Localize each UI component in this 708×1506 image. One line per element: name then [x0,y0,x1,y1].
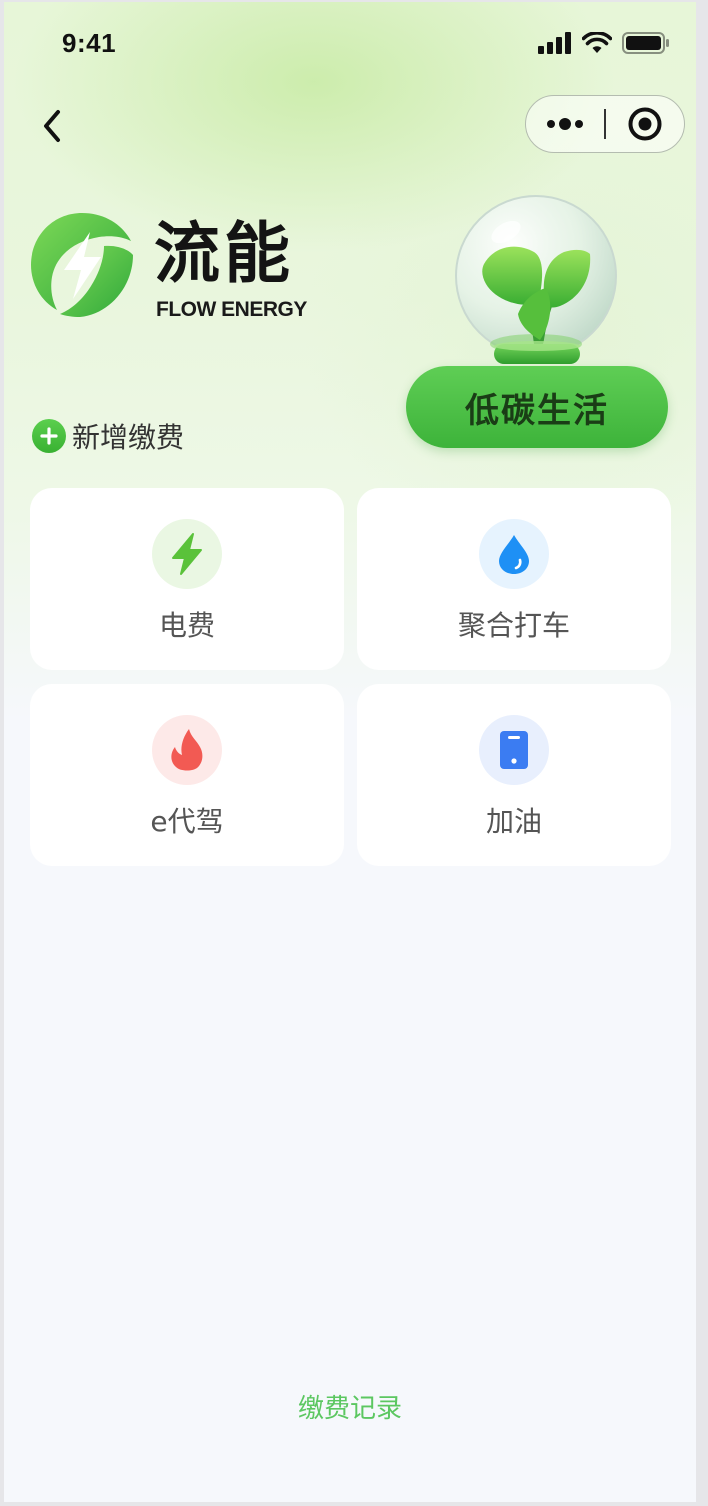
service-card-e-driver[interactable]: e代驾 [30,684,344,866]
more-dots-icon [547,118,584,130]
leaf-glass-globe [455,195,617,364]
status-time: 9:41 [62,28,117,58]
service-label: 加油 [485,805,542,838]
low-carbon-life-button[interactable]: 低碳生活 [406,366,668,448]
plus-circle-icon [32,419,66,453]
water-drop-icon [479,519,549,589]
service-card-taxi[interactable]: 聚合打车 [357,488,671,670]
mini-program-capsule [525,95,685,153]
service-label: e代驾 [150,805,224,838]
target-circle-icon [628,107,662,141]
status-icons [538,32,670,54]
brand-name-cn: 流能 [154,215,294,292]
add-bill-label: 新增缴费 [72,421,185,454]
service-card-electricity[interactable]: 电费 [30,488,344,670]
wifi-icon [582,32,612,53]
service-card-fuel[interactable]: 加油 [357,684,671,866]
add-bill-button[interactable]: 新增缴费 [32,416,184,456]
lightning-leaf-logo [31,213,133,317]
lightning-icon [152,519,222,589]
brand-name-en: FLOW ENERGY [156,298,307,321]
close-mini-program-button[interactable] [606,96,684,152]
more-button[interactable] [526,96,604,152]
service-label: 聚合打车 [457,609,570,642]
battery-icon [622,32,669,54]
app-screen: 9:41 流能 FLOW ENERGY 低碳生活 新增缴费 电费 聚合打车 e代… [4,2,696,1502]
chevron-left-icon [44,110,60,142]
flame-icon [152,715,222,785]
signal-icon [538,32,571,54]
phone-icon [479,715,549,785]
payment-records-link[interactable]: 缴费记录 [4,1388,696,1425]
service-label: 电费 [158,609,215,642]
back-button[interactable] [34,106,70,146]
